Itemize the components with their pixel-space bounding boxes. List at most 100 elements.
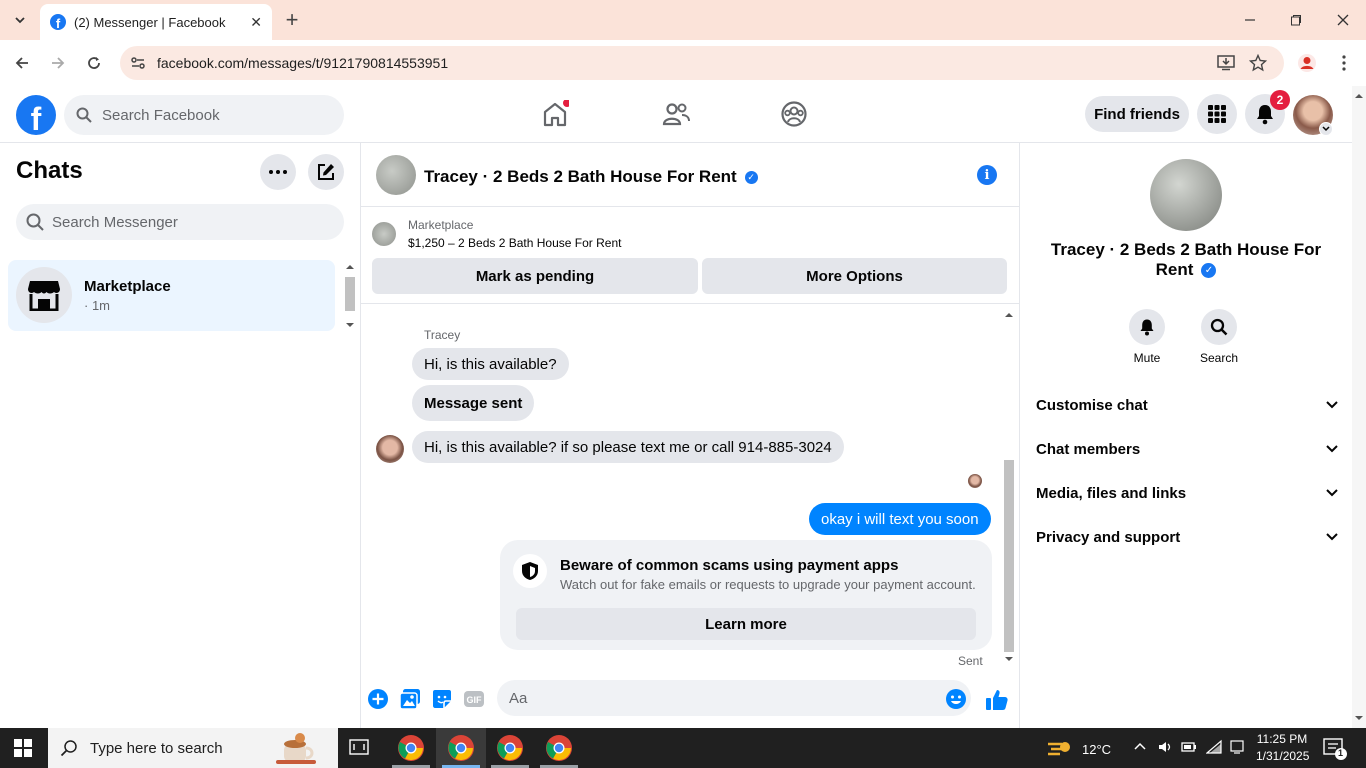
weather-icon bbox=[1048, 742, 1070, 756]
notification-count: 1 bbox=[1338, 748, 1344, 758]
menu-grid-button[interactable] bbox=[1197, 94, 1237, 134]
system-clock[interactable]: 11:25 PM 1/31/2025 bbox=[1256, 731, 1309, 765]
like-thumbs-up-icon[interactable] bbox=[985, 688, 1008, 710]
bookmark-star-icon[interactable] bbox=[1244, 49, 1272, 77]
contact-avatar[interactable] bbox=[376, 155, 416, 195]
media-files-links-row[interactable]: Media, files and links bbox=[1036, 481, 1338, 505]
mark-as-pending-button[interactable]: Mark as pending bbox=[372, 258, 698, 294]
sent-status: Sent bbox=[958, 654, 983, 667]
emoji-icon[interactable] bbox=[945, 688, 967, 710]
chrome-app-icon[interactable] bbox=[397, 734, 425, 762]
find-friends-button[interactable]: Find friends bbox=[1085, 96, 1189, 132]
show-hidden-icons-chevron-icon[interactable] bbox=[1134, 741, 1146, 751]
chat-members-row[interactable]: Chat members bbox=[1036, 437, 1338, 461]
chrome-app-icon[interactable] bbox=[545, 734, 573, 762]
chats-sidebar: Chats Search Messenger Marketplace · 1m bbox=[0, 143, 361, 728]
sender-name: Tracey bbox=[424, 328, 461, 342]
my-message-bubble[interactable]: okay i will text you soon bbox=[809, 503, 991, 535]
message-input[interactable]: Aa bbox=[497, 680, 971, 716]
minimize-icon[interactable] bbox=[1236, 6, 1264, 34]
mute-action[interactable]: Mute bbox=[1117, 309, 1177, 365]
conversation-title-text: Tracey · 2 Beds 2 Bath House For Rent bbox=[424, 167, 737, 186]
profile-avatar[interactable] bbox=[1293, 95, 1333, 136]
shield-icon bbox=[513, 554, 547, 588]
conversation-title[interactable]: Tracey · 2 Beds 2 Bath House For Rent ✓ bbox=[424, 167, 758, 187]
privacy-support-row[interactable]: Privacy and support bbox=[1036, 525, 1338, 549]
forward-icon[interactable] bbox=[44, 49, 72, 77]
marketplace-avatar bbox=[16, 267, 72, 323]
new-tab-icon[interactable]: + bbox=[278, 6, 306, 34]
section-label: Customise chat bbox=[1036, 396, 1148, 414]
chevron-down-icon bbox=[1326, 489, 1338, 497]
chrome-menu-icon[interactable] bbox=[1330, 49, 1358, 77]
section-label: Privacy and support bbox=[1036, 528, 1181, 546]
more-icon bbox=[269, 170, 287, 174]
message-bubble[interactable]: Hi, is this available? if so please text… bbox=[412, 431, 844, 463]
search-label: Search bbox=[1199, 351, 1239, 365]
battery-icon[interactable] bbox=[1181, 739, 1197, 755]
restore-icon[interactable] bbox=[1282, 6, 1310, 34]
more-options-button[interactable]: More Options bbox=[702, 258, 1007, 294]
chrome-profile-icon[interactable] bbox=[1293, 49, 1321, 77]
contact-name-text: Tracey · 2 Beds 2 Bath House For Rent bbox=[1050, 240, 1322, 279]
taskbar-search-input[interactable]: Type here to search bbox=[48, 728, 338, 768]
volume-icon[interactable] bbox=[1157, 739, 1173, 755]
learn-more-button[interactable]: Learn more bbox=[516, 608, 976, 640]
reload-icon[interactable] bbox=[80, 49, 108, 77]
chrome-app-icon[interactable] bbox=[447, 734, 475, 762]
scam-warning-card: Beware of common scams using payment app… bbox=[500, 540, 992, 650]
wifi-icon[interactable] bbox=[1206, 739, 1222, 755]
conversation-details-panel: Tracey · 2 Beds 2 Bath House For Rent ✓ M… bbox=[1019, 143, 1352, 728]
search-placeholder: Search Facebook bbox=[102, 106, 220, 124]
notification-center-icon[interactable]: 1 bbox=[1323, 738, 1347, 760]
attach-photo-icon[interactable] bbox=[399, 688, 421, 710]
chrome-app-icon[interactable] bbox=[496, 734, 524, 762]
message-bubble[interactable]: Hi, is this available? bbox=[412, 348, 569, 380]
close-tab-icon[interactable]: ✕ bbox=[250, 14, 262, 31]
site-settings-icon[interactable] bbox=[130, 55, 146, 71]
chat-item-time: · 1m bbox=[84, 298, 110, 313]
listing-title[interactable]: $1,250 – 2 Beds 2 Bath House For Rent bbox=[408, 236, 621, 250]
keyboard-language-icon[interactable] bbox=[1229, 739, 1245, 755]
customise-chat-row[interactable]: Customise chat bbox=[1036, 393, 1338, 417]
page-scrollbar[interactable] bbox=[1352, 86, 1366, 728]
message-bubble[interactable]: Message sent bbox=[412, 385, 535, 421]
marketplace-label: Marketplace bbox=[408, 218, 474, 232]
messenger-search-input[interactable]: Search Messenger bbox=[16, 204, 344, 240]
groups-icon[interactable] bbox=[780, 100, 810, 130]
search-action[interactable]: Search bbox=[1189, 309, 1249, 365]
chats-scrollbar[interactable] bbox=[343, 260, 357, 332]
facebook-logo-icon[interactable]: f bbox=[16, 95, 56, 135]
task-view-icon[interactable] bbox=[349, 738, 369, 758]
back-icon[interactable] bbox=[8, 49, 36, 77]
weather-widget[interactable]: 12°C bbox=[1046, 738, 1111, 760]
account-chevron-icon[interactable] bbox=[1319, 122, 1333, 136]
close-window-icon[interactable] bbox=[1329, 6, 1357, 34]
info-icon[interactable]: i bbox=[977, 165, 997, 185]
listing-thumbnail[interactable] bbox=[372, 222, 396, 246]
new-message-button[interactable] bbox=[308, 154, 344, 190]
address-bar[interactable]: facebook.com/messages/t/9121790814553951 bbox=[120, 46, 1284, 80]
section-label: Chat members bbox=[1036, 440, 1141, 458]
friends-icon[interactable] bbox=[661, 100, 691, 130]
conversation-panel: Tracey · 2 Beds 2 Bath House For Rent ✓ … bbox=[361, 143, 1019, 728]
sender-avatar[interactable] bbox=[376, 435, 404, 463]
facebook-favicon-icon: f bbox=[50, 14, 66, 30]
home-icon[interactable] bbox=[541, 100, 571, 130]
search-placeholder: Search Messenger bbox=[52, 213, 178, 231]
contact-large-avatar[interactable] bbox=[1150, 159, 1222, 231]
gif-icon[interactable]: GIF bbox=[463, 688, 485, 710]
chevron-down-icon bbox=[1326, 445, 1338, 453]
sticker-icon[interactable] bbox=[431, 688, 453, 710]
notification-badge: 2 bbox=[1270, 90, 1290, 110]
chat-item-marketplace[interactable]: Marketplace · 1m bbox=[8, 260, 335, 331]
chat-options-button[interactable] bbox=[260, 154, 296, 190]
more-actions-icon[interactable] bbox=[367, 688, 389, 710]
install-app-icon[interactable] bbox=[1212, 49, 1240, 77]
windows-start-icon[interactable] bbox=[14, 739, 32, 757]
tab-search-icon[interactable] bbox=[6, 6, 34, 34]
browser-tab[interactable]: f (2) Messenger | Facebook ✕ bbox=[40, 4, 272, 40]
conversation-scrollbar[interactable] bbox=[1001, 308, 1017, 666]
facebook-search-input[interactable]: Search Facebook bbox=[64, 95, 344, 135]
svg-text:GIF: GIF bbox=[467, 695, 483, 705]
